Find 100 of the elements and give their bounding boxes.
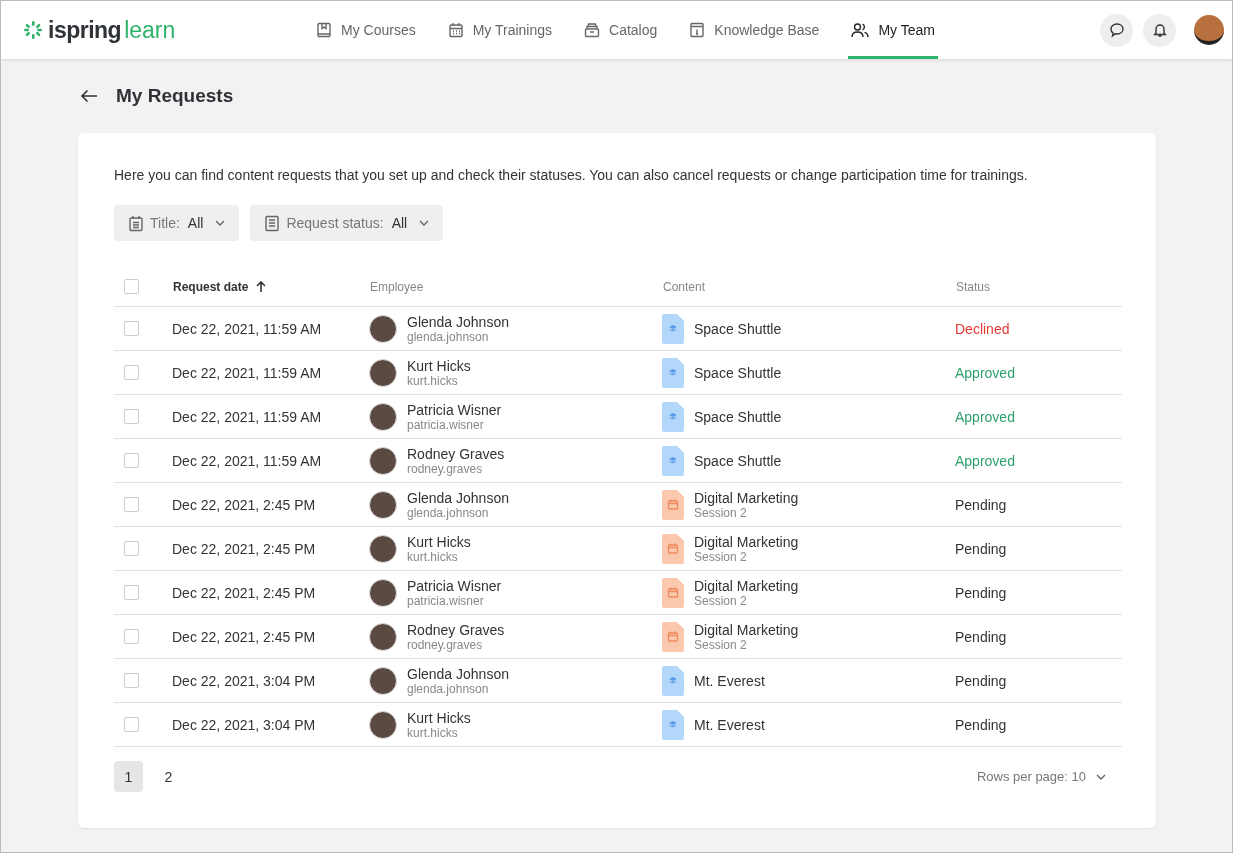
chevron-down-icon <box>215 220 226 226</box>
employee-name: Rodney Graves <box>407 621 505 638</box>
training-file-icon <box>662 489 684 520</box>
content-title[interactable]: Digital Marketing <box>694 577 799 594</box>
employee-name: Glenda Johnson <box>407 489 509 506</box>
content-title[interactable]: Mt. Everest <box>694 672 765 689</box>
avatar <box>369 446 397 475</box>
status-text: Pending <box>955 716 1007 733</box>
logo-text: learn <box>124 16 176 44</box>
rows-per-page-dropdown[interactable]: Rows per page: 10 <box>970 768 1120 785</box>
employee-name: Glenda Johnson <box>407 665 509 682</box>
avatar <box>369 534 397 563</box>
row-checkbox[interactable] <box>124 365 139 380</box>
column-header[interactable]: Request date <box>173 279 249 294</box>
content-title[interactable]: Space Shuttle <box>694 364 782 381</box>
employee-login: patricia.wisner <box>407 593 485 608</box>
bell-icon <box>1151 22 1168 38</box>
content-title[interactable]: Space Shuttle <box>694 320 782 337</box>
chevron-down-icon <box>1096 773 1106 780</box>
chat-button[interactable] <box>1100 13 1133 47</box>
nav-tab[interactable]: Catalog <box>581 1 661 59</box>
row-checkbox[interactable] <box>124 673 139 688</box>
content-title[interactable]: Mt. Everest <box>694 716 765 733</box>
nav-tab[interactable]: My Trainings <box>444 1 556 59</box>
employee-login: kurt.hicks <box>407 549 459 564</box>
course-file-icon <box>662 445 684 476</box>
course-file-icon <box>662 357 684 388</box>
avatar <box>369 666 397 695</box>
status-text: Pending <box>955 540 1007 557</box>
row-checkbox[interactable] <box>124 629 139 644</box>
date-text: Dec 22, 2021, 11:59 AM <box>172 320 322 337</box>
date-text: Dec 22, 2021, 2:45 PM <box>172 496 316 513</box>
content-title[interactable]: Digital Marketing <box>694 489 799 506</box>
date-text: Dec 22, 2021, 2:45 PM <box>172 628 316 645</box>
session-label: Session 2 <box>694 593 747 608</box>
status-text: Pending <box>955 628 1007 645</box>
nav-tab[interactable]: My Courses <box>313 1 419 59</box>
date-text: Dec 22, 2021, 11:59 AM <box>172 452 322 469</box>
employee-login: kurt.hicks <box>407 725 459 740</box>
session-label: Session 2 <box>694 637 747 652</box>
employee-name: Patricia Wisner <box>407 401 502 418</box>
row-checkbox[interactable] <box>124 541 139 556</box>
date-text: Dec 22, 2021, 2:45 PM <box>172 540 316 557</box>
status-text: Pending <box>955 496 1007 513</box>
course-file-icon <box>662 709 684 740</box>
row-checkbox[interactable] <box>124 497 139 512</box>
content-title[interactable]: Space Shuttle <box>694 408 782 425</box>
course-file-icon <box>662 665 684 696</box>
training-file-icon <box>662 533 684 564</box>
employee-login: glenda.johnson <box>407 681 490 696</box>
calendar-icon <box>447 22 464 38</box>
back-arrow-icon[interactable] <box>80 89 98 103</box>
page-button[interactable]: 1 <box>114 761 143 792</box>
employee-login: glenda.johnson <box>407 505 490 520</box>
sort-arrow-up-icon[interactable] <box>256 280 267 293</box>
status-text: Approved <box>955 452 1015 469</box>
status-text: Declined <box>955 320 1010 337</box>
content-title[interactable]: Space Shuttle <box>694 452 782 469</box>
user-avatar[interactable] <box>1194 15 1224 45</box>
session-label: Session 2 <box>694 505 747 520</box>
content-title[interactable]: Digital Marketing <box>694 621 799 638</box>
row-checkbox[interactable] <box>124 585 139 600</box>
people-icon <box>851 22 870 38</box>
column-header: Status <box>956 279 991 294</box>
session-label: Session 2 <box>694 549 747 564</box>
avatar <box>369 710 397 739</box>
chevron-down-icon <box>419 220 430 226</box>
status-text: Pending <box>955 672 1007 689</box>
status-text: Approved <box>955 364 1015 381</box>
avatar <box>369 490 397 519</box>
row-checkbox[interactable] <box>124 453 139 468</box>
row-checkbox[interactable] <box>124 717 139 732</box>
employee-login: rodney.graves <box>407 461 484 476</box>
logo-text: ispring <box>48 16 122 44</box>
employee-name: Kurt Hicks <box>407 357 471 374</box>
avatar <box>369 578 397 607</box>
row-checkbox[interactable] <box>124 321 139 336</box>
employee-name: Rodney Graves <box>407 445 505 462</box>
filter-dropdown[interactable]: Request status: All <box>250 205 444 241</box>
training-file-icon <box>662 621 684 652</box>
date-text: Dec 22, 2021, 11:59 AM <box>172 364 322 381</box>
avatar <box>369 358 397 387</box>
content-title[interactable]: Digital Marketing <box>694 533 799 550</box>
page-button[interactable]: 2 <box>154 761 183 792</box>
date-text: Dec 22, 2021, 3:04 PM <box>172 716 316 733</box>
notifications-button[interactable] <box>1143 13 1176 47</box>
archive-icon <box>584 22 601 38</box>
row-checkbox[interactable] <box>124 409 139 424</box>
employee-login: rodney.graves <box>407 637 484 652</box>
avatar <box>369 402 397 431</box>
nav-tab[interactable]: My Team <box>848 1 938 59</box>
employee-login: glenda.johnson <box>407 329 490 344</box>
employee-name: Glenda Johnson <box>407 313 509 330</box>
date-text: Dec 22, 2021, 3:04 PM <box>172 672 316 689</box>
select-all-checkbox[interactable] <box>124 279 139 294</box>
employee-name: Patricia Wisner <box>407 577 502 594</box>
chat-bubble-icon <box>1108 22 1125 38</box>
filter-dropdown[interactable]: Title: All <box>114 205 240 241</box>
nav-tab[interactable]: Knowledge Base <box>686 1 823 59</box>
employee-login: patricia.wisner <box>407 417 485 432</box>
